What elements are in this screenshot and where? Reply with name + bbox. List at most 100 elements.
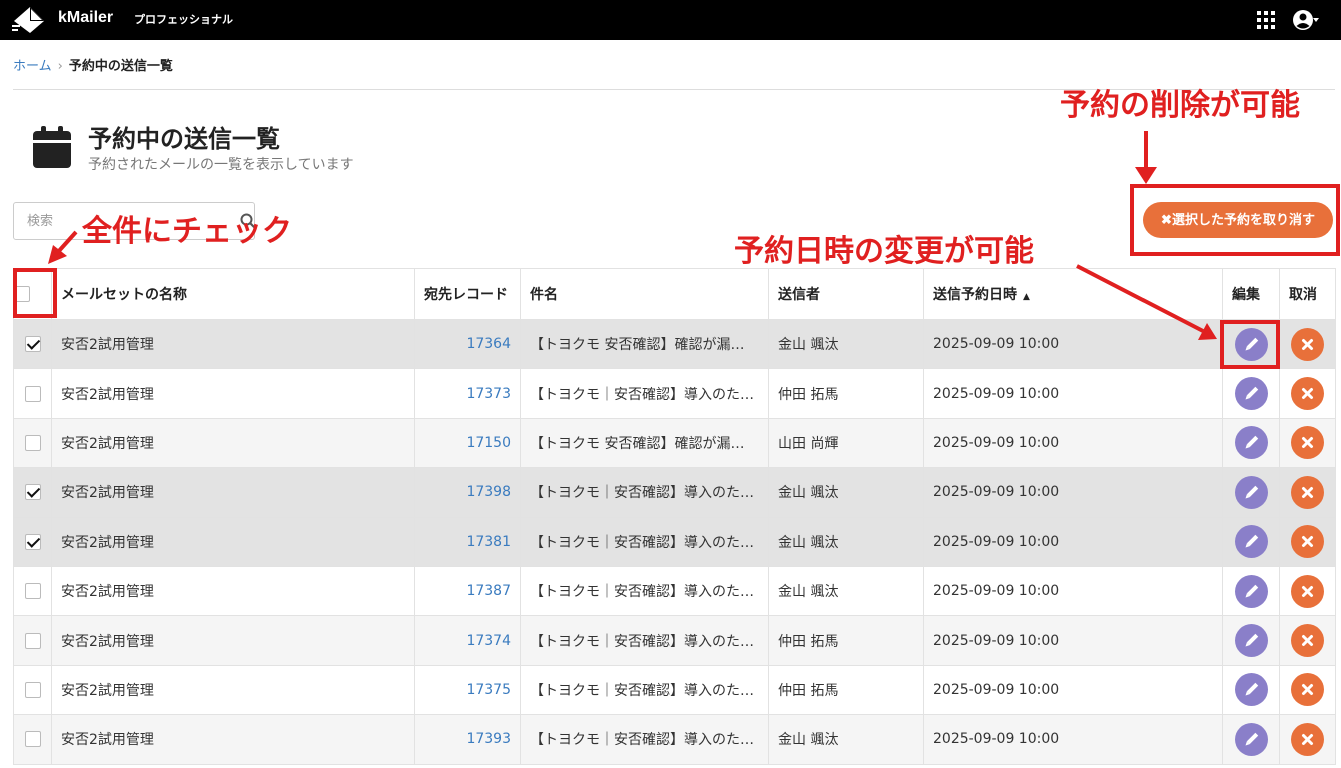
sender-cell: 仲田 拓馬 — [768, 615, 924, 666]
subject-cell: 【トヨクモ｜安否確認】導入のた… — [520, 368, 769, 419]
edit-button-highlight — [1220, 320, 1280, 369]
row-checkbox[interactable] — [24, 385, 41, 402]
delete-button[interactable] — [1291, 475, 1324, 509]
breadcrumb: ホーム › 予約中の送信一覧 — [13, 55, 173, 74]
delete-button[interactable] — [1291, 377, 1324, 411]
cancel-cell — [1279, 368, 1336, 419]
record-link[interactable]: 17373 — [414, 368, 521, 419]
column-header-subject[interactable]: 件名 — [520, 268, 769, 320]
cancel-cell — [1279, 517, 1336, 567]
column-header-datetime[interactable]: 送信予約日時 ▲ — [923, 268, 1223, 320]
table-row: 安否2試用管理 17374 【トヨクモ｜安否確認】導入のた… 仲田 拓馬 2025-09… — [13, 615, 1336, 666]
mailset-name-cell: 安否2試用管理 — [51, 566, 415, 617]
mailset-name-cell: 安否2試用管理 — [51, 467, 415, 518]
record-link[interactable]: 17150 — [414, 418, 521, 469]
table-row: 安否2試用管理 17393 【トヨクモ｜安否確認】導入のた… 金山 颯汰 2025-09… — [13, 714, 1336, 765]
row-checkbox[interactable] — [24, 583, 41, 600]
edit-cell — [1222, 418, 1280, 469]
table-row: 安否2試用管理 17375 【トヨクモ｜安否確認】導入のた… 仲田 拓馬 2025-09… — [13, 665, 1336, 716]
pencil-icon — [1244, 386, 1258, 400]
mailset-name-cell: 安否2試用管理 — [51, 517, 415, 567]
edit-cell — [1222, 615, 1280, 666]
table-row: 安否2試用管理 17364 【トヨクモ 安否確認】確認が漏… 金山 颯汰 2025-09… — [13, 319, 1336, 370]
pencil-icon — [1244, 535, 1258, 548]
pencil-icon — [1244, 436, 1258, 449]
sender-cell: 仲田 拓馬 — [768, 665, 924, 716]
row-select-cell — [13, 566, 52, 617]
row-checkbox[interactable] — [24, 731, 41, 748]
delete-button[interactable] — [1291, 624, 1324, 658]
pencil-icon — [1244, 485, 1258, 499]
edit-button[interactable] — [1234, 426, 1268, 460]
subject-cell: 【トヨクモ｜安否確認】導入のた… — [520, 665, 769, 716]
subject-cell: 【トヨクモ｜安否確認】導入のた… — [520, 615, 769, 666]
edit-button[interactable] — [1234, 574, 1268, 608]
annotation-check-all: 全件にチェック — [82, 214, 292, 249]
edit-button[interactable] — [1234, 377, 1268, 411]
datetime-cell: 2025-09-09 10:00 — [923, 615, 1223, 666]
close-icon — [1302, 388, 1313, 400]
column-header-mailset[interactable]: メールセットの名称 — [51, 268, 415, 320]
breadcrumb-home-link[interactable]: ホーム — [13, 59, 52, 74]
close-icon — [1302, 536, 1313, 548]
edit-button[interactable] — [1234, 673, 1268, 707]
table-row: 安否2試用管理 17150 【トヨクモ 安否確認】確認が漏… 山田 尚輝 2025-09… — [13, 418, 1336, 469]
row-checkbox[interactable] — [24, 434, 41, 451]
select-all-highlight — [13, 268, 57, 318]
record-link[interactable]: 17364 — [414, 319, 521, 370]
user-circle-icon[interactable] — [1293, 9, 1319, 31]
pencil-icon — [1244, 584, 1258, 598]
column-header-sender[interactable]: 送信者 — [768, 268, 924, 320]
row-select-cell — [13, 615, 52, 666]
row-checkbox[interactable] — [24, 484, 41, 501]
row-checkbox[interactable] — [24, 681, 41, 698]
edit-cell — [1222, 467, 1280, 518]
table-row: 安否2試用管理 17387 【トヨクモ｜安否確認】導入のた… 金山 颯汰 2025-09… — [13, 566, 1336, 617]
close-icon — [1302, 486, 1313, 498]
datetime-cell: 2025-09-09 10:00 — [923, 566, 1223, 617]
close-icon — [1302, 338, 1313, 350]
mailset-name-cell: 安否2試用管理 — [51, 368, 415, 419]
cancel-cell — [1279, 665, 1336, 716]
row-checkbox[interactable] — [24, 336, 41, 353]
row-select-cell — [13, 368, 52, 419]
cancel-cell — [1279, 566, 1336, 617]
kmailer-logo-icon[interactable] — [12, 5, 46, 35]
edit-button[interactable] — [1234, 722, 1268, 756]
record-link[interactable]: 17398 — [414, 467, 521, 518]
edit-button[interactable] — [1234, 624, 1268, 658]
record-link[interactable]: 17374 — [414, 615, 521, 666]
delete-button[interactable] — [1291, 673, 1324, 707]
annotation-change-possible: 予約日時の変更が可能 — [734, 234, 1034, 269]
delete-button[interactable] — [1291, 426, 1324, 460]
delete-button[interactable] — [1291, 327, 1324, 361]
top-bar: kMailer プロフェッショナル — [0, 0, 1341, 40]
sender-cell: 金山 颯汰 — [768, 714, 924, 765]
edition-label: プロフェッショナル — [134, 13, 233, 26]
close-icon — [1302, 437, 1313, 449]
mailset-name-cell: 安否2試用管理 — [51, 665, 415, 716]
table-row: 安否2試用管理 17398 【トヨクモ｜安否確認】導入のた… 金山 颯汰 2025-09… — [13, 467, 1336, 518]
row-checkbox[interactable] — [24, 632, 41, 649]
datetime-cell: 2025-09-09 10:00 — [923, 665, 1223, 716]
delete-button[interactable] — [1291, 525, 1324, 559]
grid-icon[interactable] — [1257, 11, 1275, 29]
subject-cell: 【トヨクモ 安否確認】確認が漏… — [520, 319, 769, 370]
record-link[interactable]: 17387 — [414, 566, 521, 617]
row-checkbox[interactable] — [24, 533, 41, 550]
edit-button[interactable] — [1234, 475, 1268, 509]
reservations-table: メールセットの名称 宛先レコード 件名 送信者 送信予約日時 ▲ 編集 取消 安否… — [13, 268, 1336, 765]
record-link[interactable]: 17393 — [414, 714, 521, 765]
record-link[interactable]: 17375 — [414, 665, 521, 716]
column-header-record[interactable]: 宛先レコード — [414, 268, 521, 320]
cancel-cell — [1279, 418, 1336, 469]
edit-cell — [1222, 368, 1280, 419]
edit-cell — [1222, 714, 1280, 765]
delete-button[interactable] — [1291, 722, 1324, 756]
annotation-delete-possible: 予約の削除が可能 — [1060, 88, 1300, 123]
datetime-cell: 2025-09-09 10:00 — [923, 467, 1223, 518]
edit-button[interactable] — [1234, 525, 1268, 559]
record-link[interactable]: 17381 — [414, 517, 521, 567]
delete-button[interactable] — [1291, 574, 1324, 608]
row-select-cell — [13, 418, 52, 469]
